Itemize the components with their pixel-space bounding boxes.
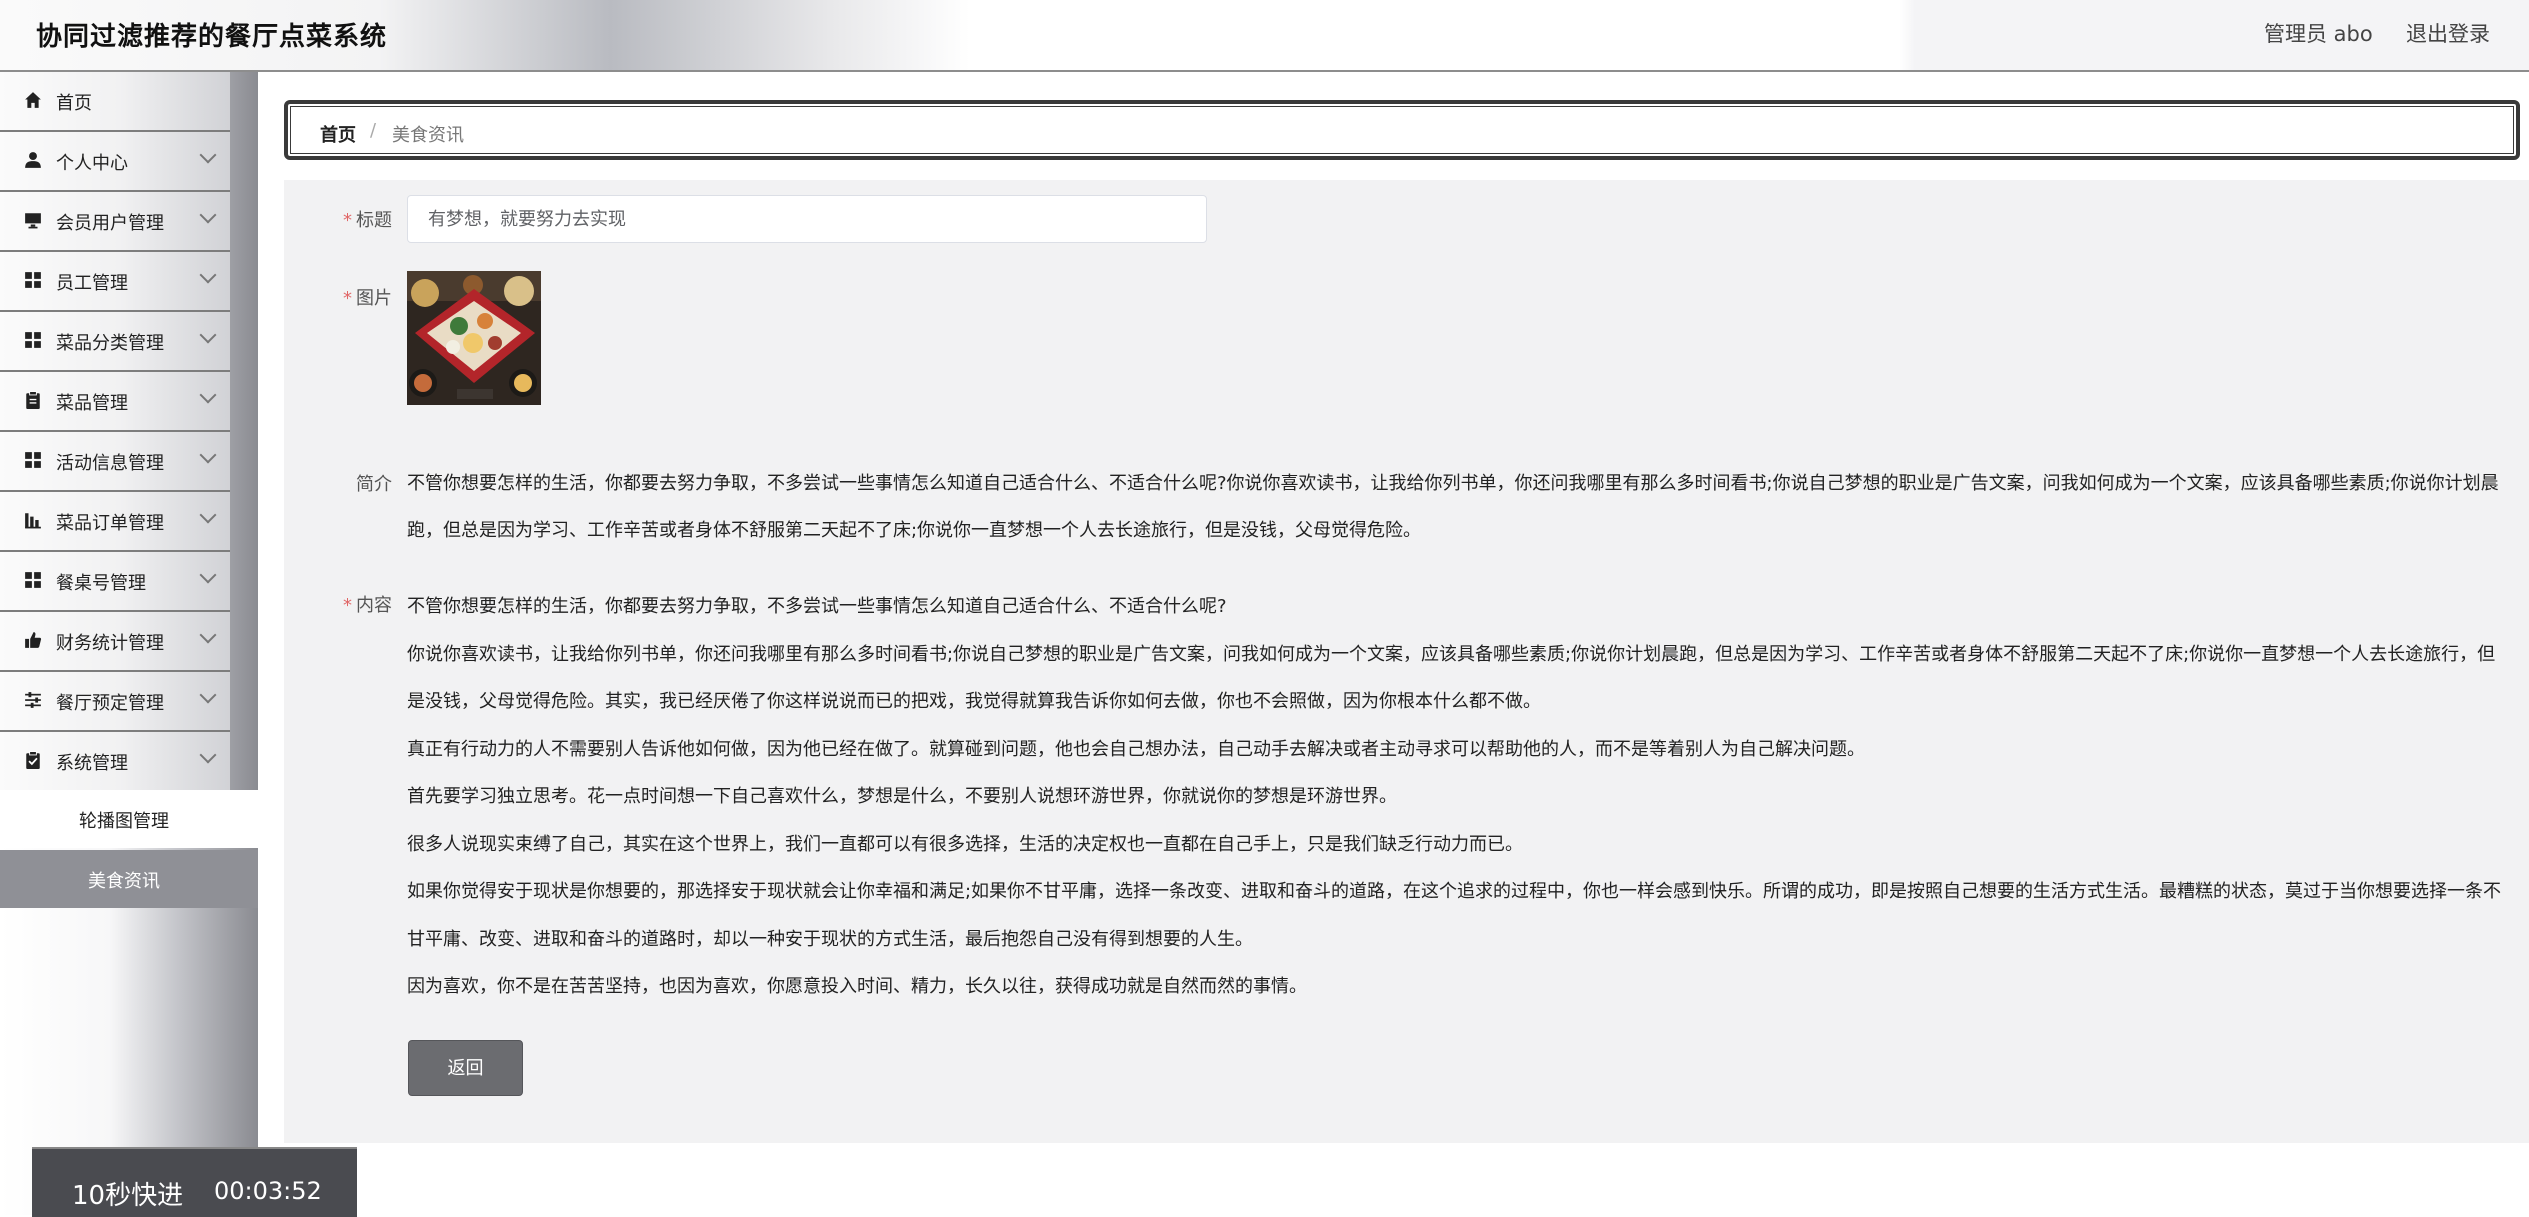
user-icon bbox=[25, 152, 41, 168]
chevron-down-icon bbox=[199, 386, 217, 404]
sidebar-item-label: 个人中心 bbox=[56, 153, 128, 174]
sidebar-item-label: 员工管理 bbox=[56, 273, 128, 294]
sidebar-item-label: 菜品订单管理 bbox=[56, 513, 164, 534]
breadcrumb-separator: / bbox=[370, 120, 377, 141]
sliders-icon bbox=[25, 692, 41, 708]
app-title: 协同过滤推荐的餐厅点菜系统 bbox=[36, 22, 388, 52]
chevron-down-icon bbox=[199, 746, 217, 764]
fast-forward-button[interactable]: 10秒快进 bbox=[72, 1175, 183, 1212]
sidebar-item-activities[interactable]: 活动信息管理 bbox=[0, 432, 230, 492]
chevron-down-icon bbox=[199, 206, 217, 224]
user-info: 管理员 abo bbox=[2264, 22, 2373, 46]
breadcrumb: 首页 / 美食资讯 bbox=[284, 100, 2520, 160]
content-label: * 内容 bbox=[343, 595, 392, 616]
submenu-item-label: 美食资讯 bbox=[88, 871, 160, 892]
chevron-down-icon bbox=[199, 566, 217, 584]
clipboard-icon bbox=[26, 391, 40, 409]
chevron-down-icon bbox=[199, 626, 217, 644]
submenu-item-carousel[interactable]: 轮播图管理 bbox=[0, 790, 258, 848]
content-paragraph: 不管你想要怎样的生活，你都要去努力争取，不多尝试一些事情怎么知道自己适合什么、不… bbox=[407, 596, 1227, 617]
sidebar-item-reservations[interactable]: 餐厅预定管理 bbox=[0, 672, 230, 732]
required-mark: * bbox=[343, 210, 352, 231]
content-paragraph: 真正有行动力的人不需要别人告诉他如何做，因为他已经在做了。就算碰到问题，他也会自… bbox=[407, 738, 1865, 760]
sidebar-item-label: 活动信息管理 bbox=[56, 453, 164, 474]
image-label: * 图片 bbox=[343, 288, 392, 309]
submenu-item-food-news[interactable]: 美食资讯 bbox=[0, 850, 258, 908]
chevron-down-icon bbox=[199, 446, 217, 464]
home-icon bbox=[25, 92, 41, 108]
content-paragraph: 首先要学习独立思考。花一点时间想一下自己喜欢什么，梦想是什么，不要别人说想环游世… bbox=[407, 786, 1397, 807]
bar-chart-icon bbox=[25, 513, 41, 529]
sidebar-item-label: 会员用户管理 bbox=[56, 213, 164, 234]
sidebar-item-label: 餐厅预定管理 bbox=[56, 693, 164, 714]
sidebar-item-label: 首页 bbox=[56, 93, 92, 114]
breadcrumb-current: 美食资讯 bbox=[392, 125, 464, 146]
food-image bbox=[407, 271, 541, 405]
sidebar-item-home[interactable]: 首页 bbox=[0, 72, 230, 132]
sidebar-item-label: 菜品管理 bbox=[56, 393, 128, 414]
back-button[interactable]: 返回 bbox=[408, 1040, 523, 1096]
monitor-icon bbox=[25, 213, 41, 229]
sidebar-item-profile[interactable]: 个人中心 bbox=[0, 132, 230, 192]
content-paragraph: 你说你喜欢读书，让我给你列书单，你还问我哪里有那么多时间看书;你说自己梦想的职业… bbox=[407, 643, 2496, 713]
logout-button[interactable]: 退出登录 bbox=[2406, 18, 2490, 48]
sidebar-item-system[interactable]: 系统管理 bbox=[0, 732, 230, 792]
breadcrumb-home[interactable]: 首页 bbox=[320, 121, 356, 147]
content-body: 不管你想要怎样的生活，你都要去努力争取，不多尝试一些事情怎么知道自己适合什么、不… bbox=[407, 583, 2507, 1011]
sidebar-item-members[interactable]: 会员用户管理 bbox=[0, 192, 230, 252]
title-label: * 标题 bbox=[343, 210, 392, 231]
chevron-down-icon bbox=[199, 326, 217, 344]
sidebar-item-dish-category[interactable]: 菜品分类管理 bbox=[0, 312, 230, 372]
content-paragraph: 因为喜欢，你不是在苦苦坚持，也因为喜欢，你愿意投入时间、精力，长久以往，获得成功… bbox=[407, 976, 1307, 997]
food-platter-image bbox=[407, 271, 541, 405]
grid-icon bbox=[25, 272, 41, 288]
required-mark: * bbox=[343, 595, 352, 616]
grid-icon bbox=[25, 452, 41, 468]
title-input[interactable] bbox=[407, 195, 1207, 243]
video-overlay: 10秒快进 00:03:52 bbox=[32, 1147, 357, 1217]
sidebar: 首页 个人中心 会员用户管理 员工管理 菜品分类管理 菜品管理 活动信息管理 菜… bbox=[0, 72, 258, 1215]
submenu-item-label: 轮播图管理 bbox=[79, 811, 169, 832]
intro-label: 简介 bbox=[356, 474, 392, 495]
thumbs-up-icon bbox=[25, 632, 42, 648]
sidebar-item-dishes[interactable]: 菜品管理 bbox=[0, 372, 230, 432]
top-header: 协同过滤推荐的餐厅点菜系统 管理员 abo 退出登录 bbox=[0, 0, 2529, 72]
grid-icon bbox=[25, 572, 41, 588]
sidebar-item-finance[interactable]: 财务统计管理 bbox=[0, 612, 230, 672]
sidebar-item-label: 菜品分类管理 bbox=[56, 333, 164, 354]
chevron-down-icon bbox=[199, 686, 217, 704]
chevron-down-icon bbox=[199, 506, 217, 524]
sidebar-item-orders[interactable]: 菜品订单管理 bbox=[0, 492, 230, 552]
required-mark: * bbox=[343, 288, 352, 309]
content-paragraph: 如果你觉得安于现状是你想要的，那选择安于现状就会让你幸福和满足;如果你不甘平庸，… bbox=[407, 881, 2502, 950]
sidebar-item-label: 餐桌号管理 bbox=[56, 573, 146, 594]
timecode: 00:03:52 bbox=[214, 1177, 322, 1205]
chevron-down-icon bbox=[199, 146, 217, 164]
sidebar-item-staff[interactable]: 员工管理 bbox=[0, 252, 230, 312]
chevron-down-icon bbox=[199, 266, 217, 284]
sidebar-item-tables[interactable]: 餐桌号管理 bbox=[0, 552, 230, 612]
content-paragraph: 很多人说现实束缚了自己，其实在这个世界上，我们一直都可以有很多选择，生活的决定权… bbox=[407, 833, 1523, 855]
grid-icon bbox=[25, 332, 41, 348]
sidebar-item-label: 财务统计管理 bbox=[56, 633, 164, 654]
sidebar-item-label: 系统管理 bbox=[56, 753, 128, 774]
intro-text: 不管你想要怎样的生活，你都要去努力争取，不多尝试一些事情怎么知道自己适合什么、不… bbox=[407, 473, 2499, 541]
checklist-icon bbox=[26, 751, 40, 769]
